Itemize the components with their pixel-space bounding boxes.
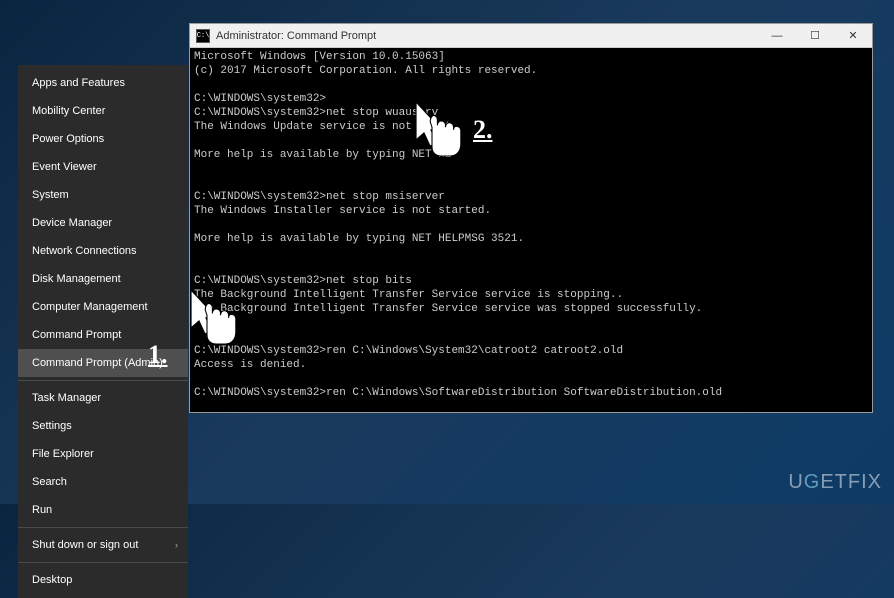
- menu-network-connections[interactable]: Network Connections: [18, 237, 188, 265]
- watermark: UGETFIX: [788, 471, 882, 494]
- menu-device-manager[interactable]: Device Manager: [18, 209, 188, 237]
- watermark-text: G: [804, 471, 821, 493]
- menu-settings[interactable]: Settings: [18, 412, 188, 440]
- menu-computer-management[interactable]: Computer Management: [18, 293, 188, 321]
- winx-menu: Apps and Features Mobility Center Power …: [18, 65, 188, 598]
- menu-power-options[interactable]: Power Options: [18, 125, 188, 153]
- menu-disk-management[interactable]: Disk Management: [18, 265, 188, 293]
- watermark-text: U: [788, 471, 803, 493]
- menu-apps-features[interactable]: Apps and Features: [18, 69, 188, 97]
- menu-search[interactable]: Search: [18, 468, 188, 496]
- menu-label: Task Manager: [32, 392, 101, 404]
- menu-command-prompt-admin[interactable]: Command Prompt (Admin): [18, 349, 188, 377]
- menu-separator: [18, 562, 188, 563]
- menu-label: Run: [32, 504, 52, 516]
- menu-label: Event Viewer: [32, 161, 97, 173]
- menu-label: Shut down or sign out: [32, 539, 138, 551]
- menu-mobility-center[interactable]: Mobility Center: [18, 97, 188, 125]
- menu-label: Device Manager: [32, 217, 112, 229]
- menu-task-manager[interactable]: Task Manager: [18, 384, 188, 412]
- menu-label: Apps and Features: [32, 77, 125, 89]
- terminal-output[interactable]: Microsoft Windows [Version 10.0.15063] (…: [190, 48, 872, 412]
- menu-label: System: [32, 189, 69, 201]
- menu-run[interactable]: Run: [18, 496, 188, 524]
- menu-file-explorer[interactable]: File Explorer: [18, 440, 188, 468]
- menu-command-prompt[interactable]: Command Prompt: [18, 321, 188, 349]
- titlebar[interactable]: C:\ Administrator: Command Prompt — ☐ ✕: [190, 24, 872, 48]
- menu-event-viewer[interactable]: Event Viewer: [18, 153, 188, 181]
- menu-label: Computer Management: [32, 301, 148, 313]
- menu-label: Disk Management: [32, 273, 121, 285]
- menu-label: File Explorer: [32, 448, 94, 460]
- maximize-button[interactable]: ☐: [796, 24, 834, 47]
- menu-separator: [18, 380, 188, 381]
- cmd-icon: C:\: [196, 29, 210, 43]
- menu-label: Command Prompt: [32, 329, 121, 341]
- menu-label: Network Connections: [32, 245, 137, 257]
- chevron-right-icon: ›: [175, 540, 178, 550]
- command-prompt-window: C:\ Administrator: Command Prompt — ☐ ✕ …: [189, 23, 873, 413]
- menu-label: Desktop: [32, 574, 72, 586]
- menu-label: Search: [32, 476, 67, 488]
- window-controls: — ☐ ✕: [758, 24, 872, 47]
- watermark-text: ETFIX: [820, 471, 882, 493]
- menu-label: Mobility Center: [32, 105, 105, 117]
- menu-separator: [18, 527, 188, 528]
- menu-label: Power Options: [32, 133, 104, 145]
- menu-label: Settings: [32, 420, 72, 432]
- close-icon: ✕: [848, 29, 857, 42]
- window-title: Administrator: Command Prompt: [216, 30, 758, 42]
- menu-shutdown-signout[interactable]: Shut down or sign out ›: [18, 531, 188, 559]
- menu-label: Command Prompt (Admin): [32, 357, 163, 369]
- minimize-icon: —: [772, 30, 783, 42]
- menu-system[interactable]: System: [18, 181, 188, 209]
- maximize-icon: ☐: [810, 29, 820, 42]
- minimize-button[interactable]: —: [758, 24, 796, 47]
- close-button[interactable]: ✕: [834, 24, 872, 47]
- menu-desktop[interactable]: Desktop: [18, 566, 188, 594]
